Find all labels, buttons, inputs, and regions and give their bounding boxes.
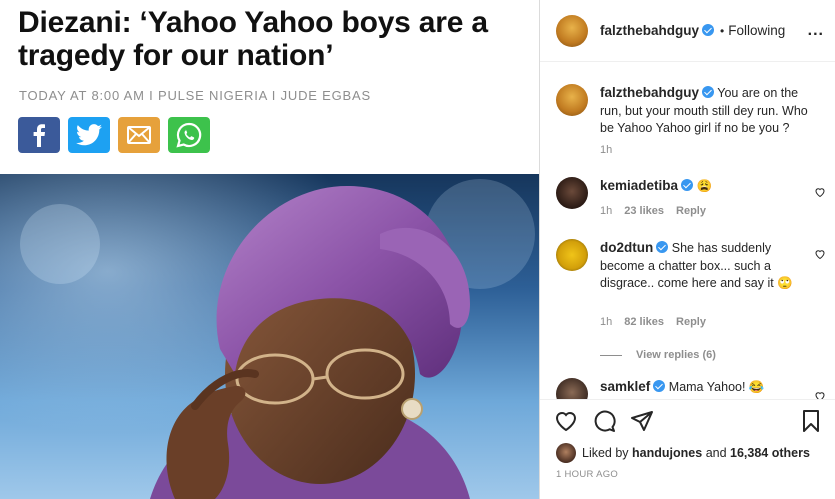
- header-separator: •: [720, 23, 725, 38]
- comment-likes[interactable]: 82 likes: [624, 316, 664, 328]
- comment-like-heart-icon[interactable]: [814, 186, 826, 198]
- commenter-username[interactable]: do2dtun: [600, 240, 653, 255]
- commenter-username[interactable]: samklef: [600, 379, 650, 394]
- commenter-avatar[interactable]: [556, 378, 588, 399]
- post-image[interactable]: Diezani: ‘Yahoo Yahoo boys are a tragedy…: [0, 0, 539, 499]
- post-side-panel: falzthebahdguy • Following ... falztheba…: [539, 0, 835, 499]
- article-headline: Diezani: ‘Yahoo Yahoo boys are a tragedy…: [18, 6, 488, 72]
- liked-by-user[interactable]: handujones: [632, 446, 702, 460]
- liked-by-count[interactable]: 16,384 others: [730, 446, 810, 460]
- facebook-icon: [33, 124, 45, 147]
- commenter-avatar[interactable]: [556, 177, 588, 209]
- article-byline: TODAY AT 8:00 AM I PULSE NIGERIA I JUDE …: [19, 88, 371, 103]
- liked-by-summary: Liked by handujones and 16,384 others: [556, 443, 810, 463]
- author-username-text[interactable]: falzthebahdguy: [600, 23, 699, 38]
- liker-avatar[interactable]: [556, 443, 576, 463]
- comment-text: Mama Yahoo! 😂: [668, 380, 765, 394]
- verified-badge-icon: [702, 86, 715, 98]
- commenter-avatar[interactable]: [556, 239, 588, 271]
- post-actions: Liked by handujones and 16,384 others 1 …: [540, 399, 835, 499]
- author-username[interactable]: falzthebahdguy: [600, 23, 715, 38]
- view-replies-link[interactable]: View replies (6): [600, 349, 716, 361]
- verified-badge-icon: [653, 380, 666, 392]
- facebook-share-button: [18, 117, 60, 153]
- whatsapp-share-button: [168, 117, 210, 153]
- replies-divider: [600, 354, 622, 356]
- email-share-button: [118, 117, 160, 153]
- verified-badge-icon: [681, 179, 694, 191]
- whatsapp-icon: [176, 122, 202, 148]
- following-button[interactable]: Following: [728, 23, 785, 38]
- bookmark-save-icon[interactable]: [799, 409, 823, 433]
- share-buttons: [18, 117, 210, 153]
- comments-list[interactable]: falzthebahdguy You are on the run, but y…: [540, 62, 835, 399]
- like-heart-icon[interactable]: [554, 409, 578, 433]
- caption-meta: 1h: [600, 144, 612, 156]
- post-timestamp[interactable]: 1 HOUR AGO: [556, 469, 618, 480]
- comment-text: 😩: [696, 179, 713, 193]
- woman-portrait-image: [0, 174, 539, 499]
- comment-likes[interactable]: 23 likes: [624, 205, 664, 217]
- share-paper-plane-icon[interactable]: [630, 409, 654, 433]
- comment-like-heart-icon[interactable]: [814, 390, 826, 399]
- comment-time[interactable]: 1h: [600, 316, 612, 328]
- view-replies-text[interactable]: View replies (6): [636, 349, 716, 361]
- liked-by-and: and: [705, 446, 727, 460]
- reply-button[interactable]: Reply: [676, 205, 706, 217]
- more-options-button[interactable]: ...: [808, 22, 824, 40]
- verified-badge-icon: [656, 241, 669, 253]
- liked-by-prefix: Liked by: [582, 446, 629, 460]
- comment-body: samklef Mama Yahoo! 😂: [600, 378, 810, 397]
- comment-time[interactable]: 1h: [600, 205, 612, 217]
- comment-body: do2dtun She has suddenly become a chatte…: [600, 239, 810, 293]
- comment-meta: 1h 23 likes Reply: [600, 205, 706, 217]
- caption-time[interactable]: 1h: [600, 144, 612, 156]
- commenter-username[interactable]: kemiadetiba: [600, 178, 678, 193]
- reply-button[interactable]: Reply: [676, 316, 706, 328]
- article-photo: [0, 174, 539, 499]
- twitter-icon: [76, 124, 102, 146]
- comment-like-heart-icon[interactable]: [814, 248, 826, 260]
- verified-badge-icon: [702, 24, 715, 36]
- caption-avatar[interactable]: [556, 84, 588, 116]
- caption-body: falzthebahdguy You are on the run, but y…: [600, 84, 810, 138]
- caption-username[interactable]: falzthebahdguy: [600, 85, 699, 100]
- comment-bubble-icon[interactable]: [592, 409, 616, 433]
- comment-body: kemiadetiba 😩: [600, 177, 810, 196]
- comment-meta: 1h 82 likes Reply: [600, 316, 706, 328]
- twitter-share-button: [68, 117, 110, 153]
- post-header: falzthebahdguy • Following ...: [540, 0, 835, 62]
- action-buttons: [554, 409, 654, 433]
- envelope-icon: [127, 126, 151, 144]
- author-avatar[interactable]: [556, 14, 588, 47]
